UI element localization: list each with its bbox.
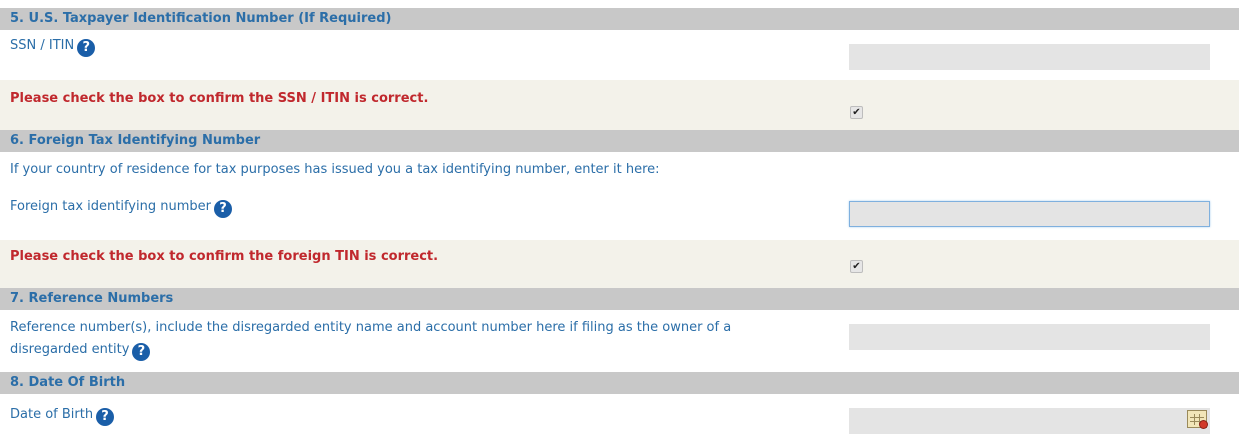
ftin-label-wrap: Foreign tax identifying number? <box>10 197 232 218</box>
section-header-reference: 7. Reference Numbers <box>0 288 1239 310</box>
ssn-confirm-row: Please check the box to confirm the SSN … <box>0 80 1239 130</box>
question-circle-icon[interactable]: ? <box>213 200 232 218</box>
dob-label: Date of Birth <box>10 407 94 422</box>
ftin-instruction: If your country of residence for tax pur… <box>10 162 660 177</box>
ssn-itin-input[interactable] <box>849 44 1210 70</box>
ftin-row: Foreign tax identifying number? <box>0 192 1239 240</box>
dob-row: Date of Birth? <box>0 394 1239 442</box>
reference-label-line1: Reference number(s), include the disrega… <box>10 320 732 335</box>
ftin-confirm-checkbox[interactable]: ✔ <box>850 260 863 273</box>
w9-form: 5. U.S. Taxpayer Identification Number (… <box>0 0 1239 442</box>
ssn-row: SSN / ITIN? <box>0 30 1239 80</box>
ssn-confirm-checkbox[interactable]: ✔ <box>850 106 863 119</box>
reference-label-wrap: Reference number(s), include the disrega… <box>10 317 731 361</box>
ssn-label: SSN / ITIN <box>10 38 75 53</box>
question-circle-icon[interactable]: ? <box>77 39 96 57</box>
ssn-label-wrap: SSN / ITIN? <box>10 36 96 57</box>
ftin-confirm-row: Please check the box to confirm the fore… <box>0 240 1239 288</box>
reference-numbers-input[interactable] <box>849 324 1210 350</box>
ssn-confirm-label: Please check the box to confirm the SSN … <box>10 91 429 106</box>
question-circle-icon[interactable]: ? <box>132 343 151 361</box>
reference-row: Reference number(s), include the disrega… <box>0 310 1239 372</box>
section-header-dob: 8. Date Of Birth <box>0 372 1239 394</box>
checkmark-icon: ✔ <box>852 107 861 118</box>
calendar-icon[interactable] <box>1187 410 1208 429</box>
foreign-tin-input[interactable] <box>849 201 1210 227</box>
dob-label-wrap: Date of Birth? <box>10 405 115 426</box>
checkmark-icon: ✔ <box>852 261 861 272</box>
section-header-tin: 5. U.S. Taxpayer Identification Number (… <box>0 8 1239 30</box>
question-circle-icon[interactable]: ? <box>96 408 115 426</box>
ftin-confirm-label: Please check the box to confirm the fore… <box>10 249 439 264</box>
ftin-label: Foreign tax identifying number <box>10 199 211 214</box>
ftin-instruction-row: If your country of residence for tax pur… <box>0 152 1239 192</box>
date-of-birth-input[interactable] <box>849 408 1210 434</box>
reference-label-line2: disregarded entity <box>10 342 130 357</box>
section-header-foreign: 6. Foreign Tax Identifying Number <box>0 130 1239 152</box>
